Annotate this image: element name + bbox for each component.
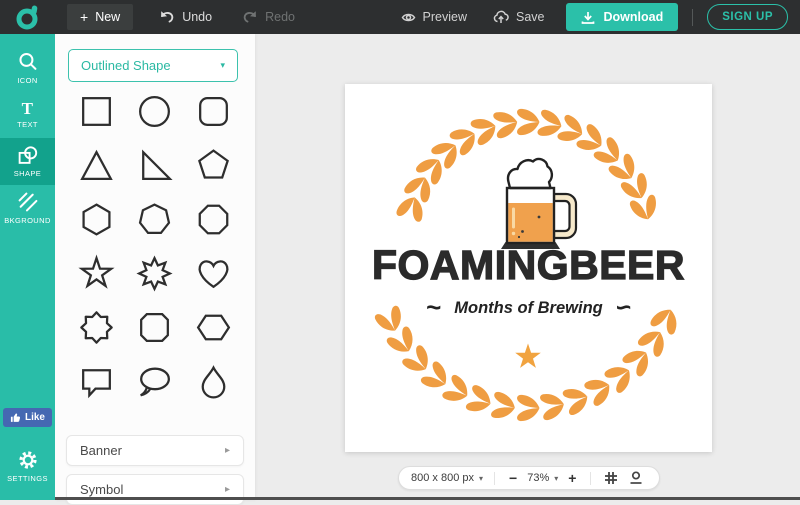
section-label: Banner <box>80 443 122 458</box>
chevron-down-icon: ▾ <box>554 474 558 483</box>
cloud-save-icon <box>493 10 509 24</box>
shape-heart[interactable] <box>193 253 234 294</box>
search-icon <box>17 51 38 72</box>
redo-button[interactable]: Redo <box>242 10 295 24</box>
shape-speech-bubble-rect[interactable] <box>76 361 117 402</box>
position-icon <box>629 471 643 485</box>
shape-circle[interactable] <box>134 91 175 132</box>
shape-right-triangle[interactable] <box>134 145 175 186</box>
facebook-like-button[interactable]: Like <box>3 408 52 427</box>
section-banner[interactable]: Banner ▸ <box>66 435 244 466</box>
grid-icon <box>604 471 618 485</box>
statusbar-divider <box>494 472 495 485</box>
shape-octagon[interactable] <box>193 199 234 240</box>
left-sidebar: ICON T TEXT SHAPE BKGROUND Like SETTINGS <box>0 34 55 500</box>
eye-icon <box>401 11 416 24</box>
text-icon: T <box>22 101 34 116</box>
sidebar-item-label: ICON <box>17 76 37 85</box>
download-label: Download <box>603 10 663 24</box>
shape-category-dropdown[interactable]: Outlined Shape ▾ <box>68 49 238 82</box>
shape-hexagon[interactable] <box>76 199 117 240</box>
shape-triangle[interactable] <box>76 145 117 186</box>
signup-button[interactable]: SIGN UP <box>707 4 788 30</box>
shape-speech-bubble-oval[interactable] <box>134 361 175 402</box>
download-button[interactable]: Download <box>566 3 678 31</box>
shape-seal-star[interactable] <box>76 307 117 348</box>
preview-label: Preview <box>423 10 467 24</box>
workspace: FOAMINGBEER ~ Months of Brewing ~ 800 x … <box>255 34 800 500</box>
new-button-label: New <box>95 10 120 24</box>
gear-icon <box>18 450 38 470</box>
sidebar-item-text[interactable]: T TEXT <box>0 91 55 138</box>
shape-square[interactable] <box>76 91 117 132</box>
shape-heptagon[interactable] <box>134 199 175 240</box>
sidebar-item-shape[interactable]: SHAPE <box>0 138 55 185</box>
app-logo[interactable] <box>14 4 41 31</box>
tilde-ornament-right: ~ <box>616 302 631 312</box>
shape-star-8[interactable] <box>134 253 175 294</box>
sidebar-item-bkground[interactable]: BKGROUND <box>0 185 55 232</box>
canvas-statusbar: 800 x 800 px ▾ − 73% ▾ + <box>398 466 660 490</box>
sidebar-item-label: SETTINGS <box>7 474 48 483</box>
thumbs-up-icon <box>10 412 21 423</box>
grid-toggle-button[interactable] <box>602 471 620 485</box>
undo-icon <box>159 10 175 24</box>
tilde-ornament-left: ~ <box>426 302 441 312</box>
zoom-level-dropdown[interactable]: 73% ▾ <box>527 472 558 484</box>
redo-label: Redo <box>265 10 295 24</box>
save-button[interactable]: Save <box>493 10 545 24</box>
plus-icon: + <box>80 10 88 24</box>
undo-label: Undo <box>182 10 212 24</box>
shape-category-value: Outlined Shape <box>81 58 171 73</box>
sidebar-item-settings[interactable]: SETTINGS <box>0 443 55 490</box>
statusbar-divider <box>590 472 591 485</box>
canvas-size-value: 800 x 800 px <box>411 472 474 484</box>
top-toolbar: + New Undo Redo Preview Save <box>0 0 800 34</box>
like-label: Like <box>25 412 45 423</box>
redo-icon <box>242 10 258 24</box>
preview-button[interactable]: Preview <box>401 10 467 24</box>
save-label: Save <box>516 10 545 24</box>
chevron-right-icon: ▸ <box>225 484 230 495</box>
sidebar-item-label: TEXT <box>17 120 38 129</box>
zoom-in-button[interactable]: + <box>565 471 579 485</box>
chevron-right-icon: ▸ <box>225 445 230 456</box>
logo-tagline-group[interactable]: ~ Months of Brewing ~ <box>345 299 712 318</box>
shape-star-5[interactable] <box>76 253 117 294</box>
sidebar-item-label: SHAPE <box>14 169 41 178</box>
shape-cut-corner-square[interactable] <box>134 307 175 348</box>
canvas-size-dropdown[interactable]: 800 x 800 px ▾ <box>411 472 483 484</box>
sidebar-item-icon[interactable]: ICON <box>0 44 55 91</box>
logo-tagline-text: Months of Brewing <box>454 299 602 318</box>
shape-panel: Outlined Shape ▾ Banner ▸ Symbol ▸ <box>55 34 255 500</box>
designevo-logo-icon <box>14 4 41 31</box>
chevron-down-icon: ▾ <box>220 60 225 71</box>
shape-rounded-square[interactable] <box>193 91 234 132</box>
shape-icon <box>17 145 38 165</box>
chevron-down-icon: ▾ <box>479 474 483 483</box>
section-symbol[interactable]: Symbol ▸ <box>66 474 244 505</box>
star-shape[interactable] <box>515 344 541 368</box>
shape-pentagon[interactable] <box>193 145 234 186</box>
download-icon <box>581 11 595 24</box>
zoom-out-button[interactable]: − <box>506 471 520 485</box>
section-label: Symbol <box>80 482 123 497</box>
undo-button[interactable]: Undo <box>159 10 212 24</box>
logo-title-text[interactable]: FOAMINGBEER <box>345 245 712 286</box>
center-position-button[interactable] <box>627 471 645 485</box>
sidebar-item-label: BKGROUND <box>4 216 51 225</box>
new-button[interactable]: + New <box>67 4 133 30</box>
design-canvas[interactable]: FOAMINGBEER ~ Months of Brewing ~ <box>345 84 712 452</box>
zoom-level-value: 73% <box>527 472 549 484</box>
beer-mug-icon[interactable] <box>501 159 576 249</box>
background-icon <box>18 192 38 212</box>
toolbar-divider <box>692 9 693 26</box>
shape-hexagon-wide[interactable] <box>193 307 234 348</box>
shape-grid <box>67 91 243 402</box>
shape-teardrop[interactable] <box>193 361 234 402</box>
